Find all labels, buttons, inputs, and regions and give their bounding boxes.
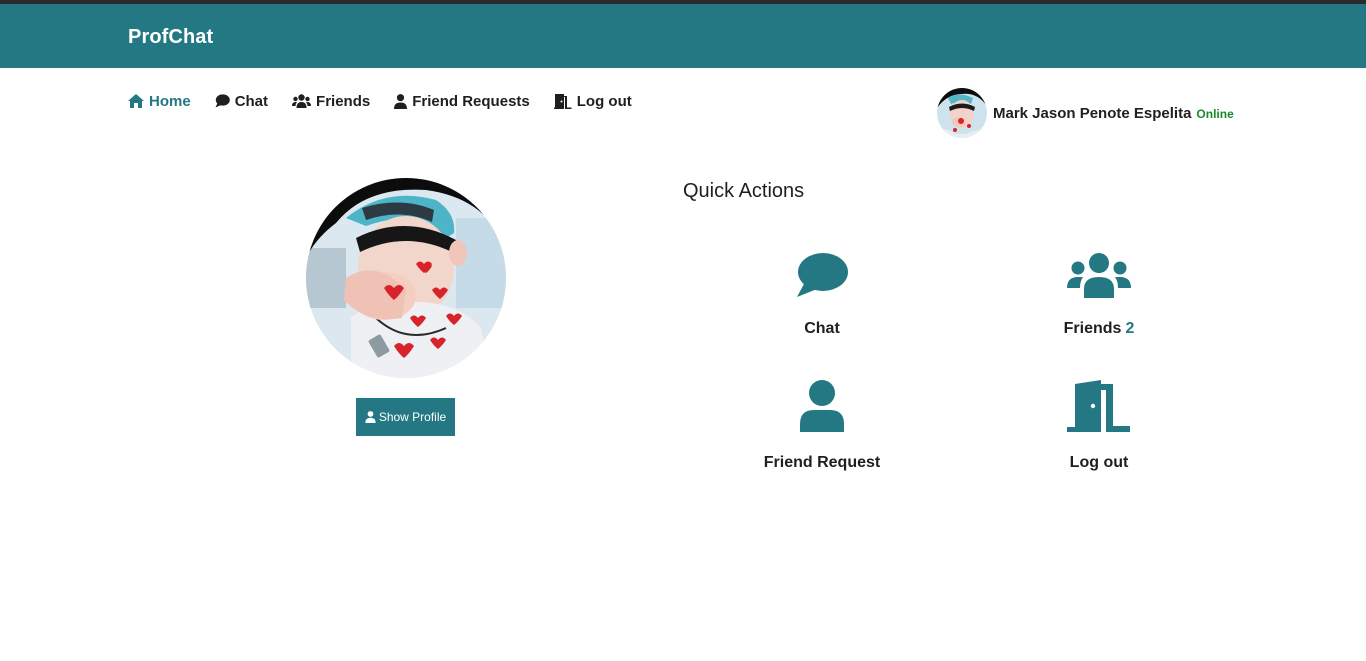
- quick-action-logout[interactable]: Log out: [999, 372, 1199, 472]
- nav-friend-requests[interactable]: Friend Requests: [394, 90, 530, 112]
- users-icon: [1067, 253, 1131, 298]
- user-icon: [394, 93, 408, 109]
- show-profile-button[interactable]: Show Profile: [356, 398, 455, 436]
- user-avatar[interactable]: [937, 88, 987, 138]
- comment-icon: [215, 94, 230, 108]
- quick-action-friends[interactable]: Friends 2: [999, 238, 1199, 338]
- top-navbar: ProfChat: [0, 4, 1366, 68]
- main-menu: Home Chat Friends Friend Requests Log ou…: [128, 90, 656, 112]
- nav-home-label: Home: [149, 92, 191, 110]
- friends-text: Friends: [1063, 320, 1122, 337]
- quick-action-chat[interactable]: Chat: [722, 238, 922, 338]
- comment-icon: [797, 253, 848, 297]
- user-icon: [800, 380, 844, 432]
- nav-chat-label: Chat: [234, 92, 269, 110]
- quick-action-friend-request-label: Friend Request: [763, 454, 881, 471]
- users-icon: [292, 94, 312, 108]
- profile-photo: [306, 178, 506, 378]
- friends-count-badge: 2: [1125, 320, 1135, 337]
- show-profile-label: Show Profile: [378, 410, 447, 424]
- quick-action-chat-label: Chat: [804, 320, 840, 337]
- quick-action-friend-request[interactable]: Friend Request: [722, 372, 922, 472]
- nav-chat[interactable]: Chat: [215, 90, 268, 112]
- user-name: Mark Jason Penote Espelita: [993, 104, 1192, 122]
- nav-logout-label: Log out: [576, 92, 632, 110]
- quick-actions-title: Quick Actions: [683, 180, 805, 202]
- online-status: Online: [1196, 107, 1234, 121]
- home-icon: [128, 94, 144, 108]
- current-user[interactable]: Mark Jason Penote Espelita Online: [937, 88, 1234, 138]
- nav-friends[interactable]: Friends: [292, 90, 370, 112]
- nav-friends-label: Friends: [316, 92, 371, 110]
- nav-home[interactable]: Home: [128, 90, 191, 112]
- nav-logout[interactable]: Log out: [553, 90, 632, 112]
- user-icon: [365, 411, 376, 423]
- nav-friend-requests-label: Friend Requests: [412, 92, 530, 110]
- door-icon: [553, 93, 572, 109]
- app-brand[interactable]: ProfChat: [128, 26, 213, 49]
- door-icon: [1067, 380, 1130, 432]
- quick-action-friends-label: Friends 2: [1064, 320, 1135, 338]
- quick-action-logout-label: Log out: [1069, 454, 1129, 471]
